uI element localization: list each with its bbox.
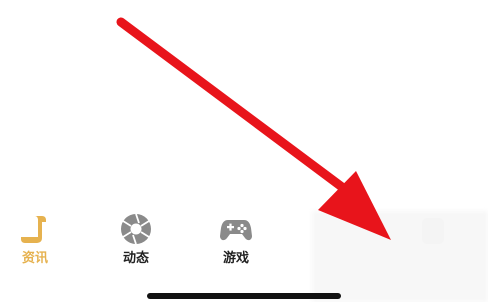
tab-news[interactable]: 资讯 — [0, 206, 80, 276]
home-indicator — [147, 293, 341, 299]
tab-news-label: 资讯 — [21, 251, 48, 266]
blurred-region — [312, 211, 488, 302]
gamepad-icon — [220, 220, 252, 241]
app-screen: 资讯 动态 游戏 — [0, 0, 488, 302]
scroll-icon — [21, 216, 46, 243]
tab-feed-label: 动态 — [122, 251, 149, 266]
tab-games-label: 游戏 — [222, 251, 249, 266]
tab-feed[interactable]: 动态 — [91, 206, 181, 276]
tab-games[interactable]: 游戏 — [191, 206, 281, 276]
aperture-icon — [121, 213, 151, 245]
